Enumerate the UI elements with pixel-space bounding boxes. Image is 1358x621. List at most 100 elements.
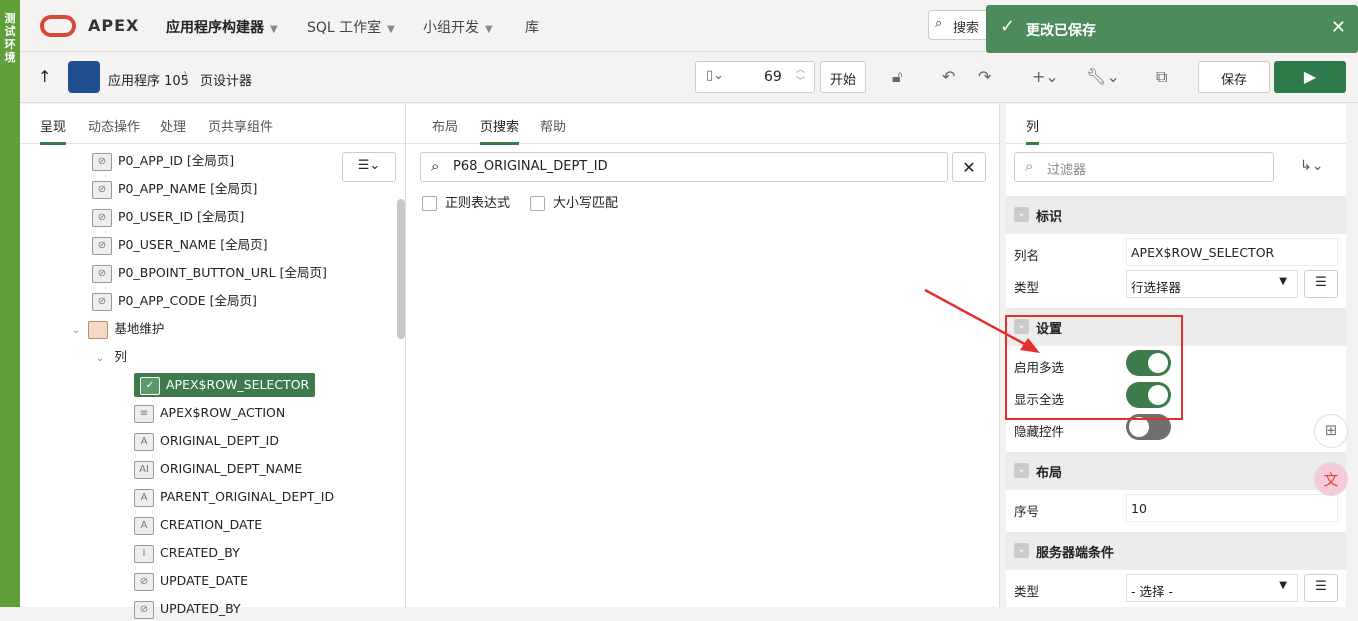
- doc-icon: ≡: [134, 404, 154, 423]
- run-button[interactable]: ▶: [1274, 61, 1346, 93]
- tab-dynamic-actions[interactable]: 动态操作: [88, 116, 140, 135]
- collapse-icon: ⌄: [1014, 543, 1029, 558]
- text-icon: A: [134, 516, 154, 535]
- tree-item[interactable]: ⊘ P0_USER_ID [全局页]: [92, 205, 244, 229]
- tree-columns-folder[interactable]: ⌄ 列: [96, 345, 127, 369]
- collapse-chevron-icon[interactable]: ⌄: [72, 325, 80, 336]
- tab-shared-components[interactable]: 页共享组件: [208, 116, 273, 135]
- tree-item[interactable]: ⊘ UPDATE_DATE: [134, 569, 248, 593]
- tab-rendering[interactable]: 呈现: [40, 116, 67, 145]
- breadcrumb-separator: \: [184, 70, 189, 85]
- page-designer-toolbar: ↑ 应用程序 105 \ 页设计器 ▯⌄ 69 ︿ ﹀ 开始 🔓︎ ↶ ↷ +⌄ …: [20, 53, 1358, 103]
- page-selector[interactable]: ▯⌄ 69 ︿ ﹀: [695, 61, 815, 93]
- checkbox-icon: ✓: [140, 376, 160, 395]
- chevron-down-icon: ▼: [1279, 580, 1287, 591]
- textfield-icon: I: [134, 544, 154, 563]
- hidden-icon: ⊘: [92, 180, 112, 199]
- tab-page-search[interactable]: 页搜索: [480, 116, 520, 145]
- hidden-icon: ⊘: [134, 600, 154, 619]
- sequence-field[interactable]: 10: [1126, 494, 1338, 522]
- page-search-input[interactable]: ⌕ P68_ORIGINAL_DEPT_ID: [420, 152, 948, 182]
- tree-item[interactable]: A PARENT_ORIGINAL_DEPT_ID: [134, 485, 334, 509]
- tree-item[interactable]: ⊘ P0_APP_ID [全局页]: [92, 149, 234, 173]
- floating-translate-icon[interactable]: 文: [1314, 462, 1348, 496]
- floating-add-icon[interactable]: ⊞: [1314, 414, 1348, 448]
- tree-item[interactable]: I CREATED_BY: [134, 541, 240, 565]
- hidden-icon: ⊘: [92, 208, 112, 227]
- filter-input[interactable]: ⌕ 过滤器: [1014, 152, 1274, 182]
- oracle-logo-icon[interactable]: [40, 15, 76, 37]
- tree-menu-button[interactable]: ☰⌄: [342, 152, 396, 182]
- tree-item[interactable]: ⊘ P0_USER_NAME [全局页]: [92, 233, 267, 257]
- tab-layout[interactable]: 布局: [432, 116, 458, 135]
- chevron-down-icon: ▼: [485, 24, 493, 35]
- nav-app-builder[interactable]: 应用程序构建器 ▼: [166, 17, 278, 37]
- hide-control-label: 隐藏控件: [1014, 424, 1065, 439]
- add-menu-icon[interactable]: +⌄: [1032, 67, 1059, 86]
- undo-icon[interactable]: ↶: [942, 67, 955, 86]
- tree-item[interactable]: ⊘ P0_APP_CODE [全局页]: [92, 289, 257, 313]
- nav-gallery[interactable]: 库: [525, 17, 539, 37]
- column-name-field[interactable]: APEX$ROW_SELECTOR: [1126, 238, 1338, 266]
- brand-name[interactable]: APEX: [88, 16, 139, 35]
- chevron-down-icon: ▼: [270, 24, 278, 35]
- regex-checkbox[interactable]: 正则表达式: [422, 192, 510, 211]
- collapse-chevron-icon[interactable]: ⌄: [96, 353, 104, 364]
- breadcrumb-app[interactable]: 应用程序 105: [108, 70, 189, 89]
- textfield-icon: AI: [134, 460, 154, 479]
- clear-search-button[interactable]: ✕: [952, 152, 986, 182]
- sequence-label: 序号: [1014, 504, 1040, 519]
- goto-group-icon[interactable]: ↳⌄: [1300, 158, 1323, 174]
- hidden-icon: ⊘: [92, 292, 112, 311]
- success-toast: ✓ 更改已保存 ✕: [986, 5, 1358, 53]
- utilities-wrench-icon[interactable]: 🔧︎⌄: [1086, 67, 1120, 86]
- type-select[interactable]: 行选择器 ▼: [1126, 270, 1298, 298]
- tab-help[interactable]: 帮助: [540, 116, 566, 135]
- tree-item[interactable]: ≡ APEX$ROW_ACTION: [134, 401, 285, 425]
- search-icon: ⌕: [935, 16, 943, 31]
- section-identification[interactable]: ⌄ 标识: [1006, 196, 1346, 234]
- condition-type-select[interactable]: - 选择 - ▼: [1126, 574, 1298, 602]
- redo-icon[interactable]: ↷: [978, 67, 991, 86]
- tree-region-item[interactable]: ⌄ 基地维护: [72, 317, 164, 341]
- tree-item-selected[interactable]: ✓ APEX$ROW_SELECTOR: [134, 373, 316, 397]
- hidden-icon: ⊘: [92, 236, 112, 255]
- tab-column[interactable]: 列: [1026, 116, 1040, 145]
- list-icon: ☰: [1315, 579, 1327, 594]
- checkbox-box[interactable]: [422, 196, 437, 211]
- up-arrow-icon[interactable]: ↑: [38, 67, 51, 86]
- middle-tabs: 布局 页搜索 帮助: [406, 104, 999, 145]
- tab-processing[interactable]: 处理: [160, 116, 186, 135]
- top-bar: APEX 应用程序构建器 ▼ SQL 工作室 ▼ 小组开发 ▼ 库 ⌕ 搜索 ✓ 更改已…: [20, 0, 1358, 53]
- section-server-condition[interactable]: ⌄ 服务器端条件: [1006, 532, 1346, 570]
- list-button[interactable]: ☰: [1304, 270, 1338, 298]
- list-button[interactable]: ☰: [1304, 574, 1338, 602]
- text-icon: A: [134, 488, 154, 507]
- play-icon: ▶: [1303, 67, 1317, 86]
- checkbox-box[interactable]: [530, 196, 545, 211]
- nav-sql-workshop[interactable]: SQL 工作室 ▼: [307, 17, 395, 37]
- tree-item[interactable]: A CREATION_DATE: [134, 513, 262, 537]
- tree-item[interactable]: AI ORIGINAL_DEPT_NAME: [134, 457, 302, 481]
- tree-item[interactable]: ⊘ UPDATED_BY: [134, 597, 241, 621]
- tree-item[interactable]: ⊘ P0_BPOINT_BUTTON_URL [全局页]: [92, 261, 327, 285]
- save-button[interactable]: 保存: [1198, 61, 1270, 93]
- stepper-icon[interactable]: ︿ ﹀: [796, 64, 805, 88]
- left-tabs: 呈现 动态操作 处理 页共享组件: [20, 104, 405, 145]
- lock-icon[interactable]: 🔓︎: [892, 67, 902, 87]
- page-number-input[interactable]: 69: [764, 69, 782, 85]
- go-button[interactable]: 开始: [820, 61, 866, 93]
- rendering-tree-panel: 呈现 动态操作 处理 页共享组件 ☰⌄ ⊘ P0_APP_ID [全局页] ⊘ P0…: [20, 104, 406, 619]
- hidden-icon: ⊘: [134, 572, 154, 591]
- nav-team-dev[interactable]: 小组开发 ▼: [423, 17, 493, 37]
- tree-item[interactable]: ⊘ P0_APP_NAME [全局页]: [92, 177, 257, 201]
- tree-item[interactable]: A ORIGINAL_DEPT_ID: [134, 429, 279, 453]
- tree-scrollbar[interactable]: [397, 199, 405, 339]
- app-icon[interactable]: [68, 61, 100, 93]
- case-checkbox[interactable]: 大小写匹配: [530, 192, 618, 211]
- shared-components-icon[interactable]: ⧉: [1156, 67, 1167, 87]
- section-layout[interactable]: ⌄ 布局: [1006, 452, 1346, 490]
- close-icon[interactable]: ✕: [1331, 17, 1346, 38]
- page-search-panel: 布局 页搜索 帮助 ⌕ P68_ORIGINAL_DEPT_ID ✕ 正则表达式…: [406, 104, 1000, 607]
- right-tabs: 列: [1006, 104, 1346, 145]
